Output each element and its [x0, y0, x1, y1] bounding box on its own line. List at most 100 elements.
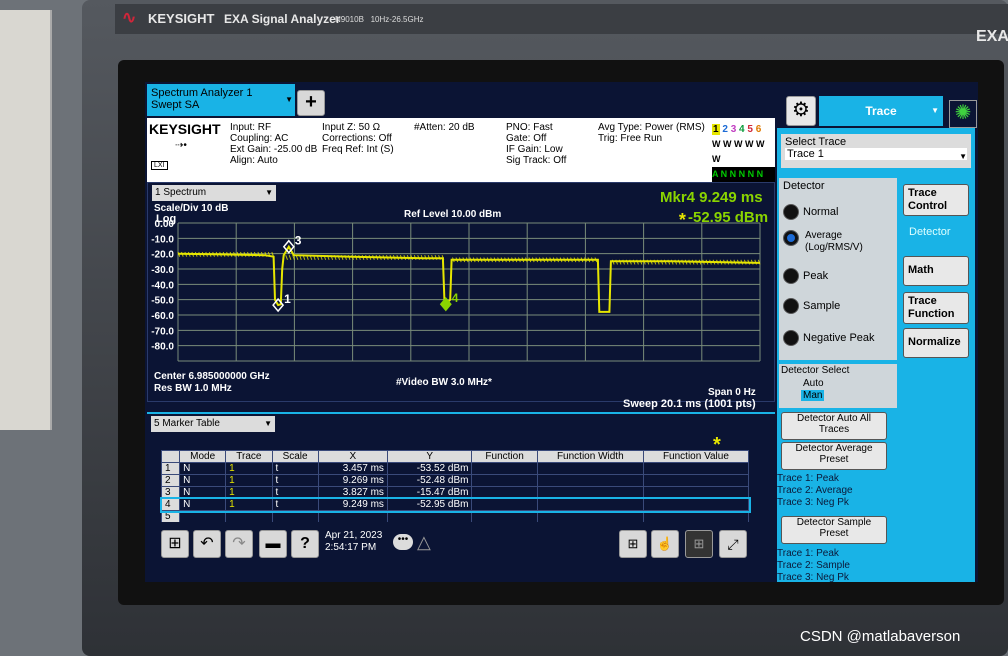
sample-preset-info: Trace 1: Peak Trace 2: Sample Trace 3: Neg… — [777, 548, 850, 582]
tab-normalize[interactable]: Normalize — [903, 328, 969, 358]
sweep-time: Sweep 20.1 ms (1001 pts) — [623, 398, 756, 410]
marker-table-cell-function — [471, 462, 538, 475]
tile-layout-button[interactable]: ⊞ — [619, 530, 647, 558]
tab-trace-function[interactable]: Trace Function — [903, 292, 969, 324]
marker-table-cell-scale: t — [271, 462, 319, 475]
marker-table-cell-mode: N — [179, 474, 227, 487]
marker-table-cell-function — [642, 486, 750, 499]
detector-auto-all-traces-button[interactable]: Detector Auto All Traces — [781, 412, 887, 440]
undo-button[interactable]: ↶ — [193, 530, 221, 558]
marker-table-row[interactable]: 2 N 1 t 9.269 ms -52.48 dBm — [160, 474, 750, 487]
add-tab-button[interactable]: + — [297, 90, 325, 116]
marker-table-cell-function — [471, 486, 538, 499]
detector-sample-preset-button[interactable]: Detector Sample Preset — [781, 516, 887, 544]
marker-table-cell-scale: t — [271, 486, 319, 499]
marker-table-window: 5 Marker Table ▼ * Mode Trace Scale X Y Funct… — [147, 412, 775, 535]
datetime: Apr 21, 2023 2:54:17 PM — [325, 530, 382, 554]
header-col1: Input: RF Coupling: AC Ext Gain: -25.00 dB… — [230, 122, 318, 166]
marker-table-header: Mode — [179, 450, 227, 463]
marker-table-cell-mode — [179, 510, 227, 523]
detector-normal[interactable]: Normal — [783, 204, 838, 220]
header-logo: KEYSIGHT — [149, 121, 221, 137]
marker-table-cell-trace: 1 — [225, 474, 273, 487]
detector-average-preset-button[interactable]: Detector Average Preset — [781, 442, 887, 470]
radio-icon — [783, 330, 799, 346]
marker-table-cell-function — [536, 498, 644, 511]
menu-title-trace[interactable]: Trace ▼ — [819, 96, 943, 126]
marker-1-label: 1 — [284, 292, 291, 306]
marker-table-cell-function — [536, 486, 644, 499]
marker-table-cell-scale — [271, 510, 319, 523]
detector-group: Detector Normal Average (Log/RMS/V) Peak… — [779, 178, 897, 360]
trace-modes: A N N N N N — [712, 167, 775, 182]
file-folder-button[interactable]: ▬ — [259, 530, 287, 558]
header-col2: Input Z: 50 Ω Corrections: Off Freq Ref: I… — [322, 122, 394, 155]
touch-button[interactable]: ☝ — [651, 530, 679, 558]
message-icon[interactable]: ••• — [393, 534, 413, 550]
marker-table-row[interactable]: 5 — [160, 510, 750, 523]
marker-table-row[interactable]: 4 N 1 t 9.249 ms -52.95 dBm — [159, 496, 751, 513]
radio-icon — [783, 204, 799, 220]
marker-table-header: Trace — [225, 450, 273, 463]
detector-average[interactable]: Average (Log/RMS/V) — [783, 230, 863, 253]
windows-start-button[interactable]: ⊞ — [161, 530, 189, 558]
help-button[interactable]: ? — [291, 530, 319, 558]
tab-trace-control[interactable]: Trace Control — [903, 184, 969, 216]
marker-table-cell-n: 3 — [160, 486, 181, 499]
chevron-down-icon: ▼ — [264, 419, 272, 428]
video-bandwidth: #Video BW 3.0 MHz* — [396, 377, 492, 388]
marker-table-cell-function — [471, 474, 538, 487]
marker-table-cell-trace: 1 — [225, 498, 273, 511]
detector-negative-peak[interactable]: Negative Peak — [783, 330, 875, 346]
paper-note — [0, 10, 52, 430]
measurement-header: KEYSIGHT ⇢• LXI Input: RF Coupling: AC Ext… — [147, 118, 775, 182]
settings-button[interactable]: ⚙ — [786, 96, 816, 126]
marker-table-row[interactable]: 1 N 1 t 3.457 ms -53.52 dBm — [160, 462, 750, 475]
trace-types: W W W W W W — [712, 139, 765, 164]
tab-detector[interactable]: Detector — [903, 220, 975, 250]
header-col3: #Atten: 20 dB — [414, 122, 475, 133]
marker-table-cell-trace: 1 — [225, 462, 273, 475]
marker-table-cell-n: 5 — [160, 510, 181, 523]
tab-math[interactable]: Math — [903, 256, 969, 286]
marker-table-cell-function — [471, 510, 538, 523]
analyzer-screen: Spectrum Analyzer 1 Swept SA ▼ + KEYSIGH… — [145, 82, 978, 582]
radio-icon — [783, 298, 799, 314]
model-number: N9010B 10Hz-26.5GHz — [335, 15, 424, 24]
marker-table-cell-function — [536, 474, 644, 487]
marker-table-cell-y: -15.47 dBm — [386, 486, 473, 499]
marker-table-header: Function Value — [642, 450, 750, 463]
marker-table-cell-x: 9.249 ms — [317, 498, 388, 511]
marker-table-row[interactable]: 3 N 1 t 3.827 ms -15.47 dBm — [160, 486, 750, 499]
model-name: EXA Signal Analyzer — [224, 12, 341, 26]
y-tick-label: -30.0 — [151, 265, 174, 276]
y-tick-label: -80.0 — [151, 342, 174, 353]
marker-table-cell-trace: 1 — [225, 486, 273, 499]
window-title-marker-table[interactable]: 5 Marker Table ▼ — [151, 416, 275, 432]
tab-spectrum-analyzer[interactable]: Spectrum Analyzer 1 Swept SA ▼ — [147, 84, 295, 116]
marker-table-header — [160, 450, 181, 463]
marker-table-cell-y — [386, 510, 473, 523]
center-frequency: Center 6.985000000 GHz — [154, 371, 270, 382]
y-tick-label: 0.00 — [155, 219, 175, 230]
marker-4-label: 4 — [452, 291, 459, 305]
select-trace-dropdown[interactable]: Select Trace Trace 1 ▼ — [781, 134, 971, 168]
detector-sample[interactable]: Sample — [783, 298, 840, 314]
y-tick-label: -20.0 — [151, 250, 174, 261]
multiview-button[interactable]: ⊞ — [685, 530, 713, 558]
tab-label-line1: Spectrum Analyzer 1 — [151, 87, 253, 99]
marker-table-cell-function — [642, 462, 750, 475]
fullscreen-button[interactable]: ⤢ — [719, 530, 747, 558]
trace-numbers: 1 2 3 4 5 6 — [712, 124, 762, 135]
warning-icon[interactable]: △ — [417, 532, 431, 553]
spectrum-plot: 0.00 -10.0 -20.0 -30.0 -40.0 -50.0 -60.0 -70.0 -… — [151, 210, 761, 362]
redo-button[interactable]: ↷ — [225, 530, 253, 558]
detector-select-group[interactable]: Detector Select Auto Man — [779, 364, 897, 408]
marker-table-cell-scale: t — [271, 498, 319, 511]
average-preset-info: Trace 1: Peak Trace 2: Average Trace 3: Ne… — [777, 473, 853, 508]
marker-table-header: Function — [471, 450, 538, 463]
detector-peak[interactable]: Peak — [783, 268, 828, 284]
marker-table-cell-y: -53.52 dBm — [386, 462, 473, 475]
marker-table-cell-mode: N — [179, 462, 227, 475]
marker-3-label: 3 — [295, 234, 302, 248]
